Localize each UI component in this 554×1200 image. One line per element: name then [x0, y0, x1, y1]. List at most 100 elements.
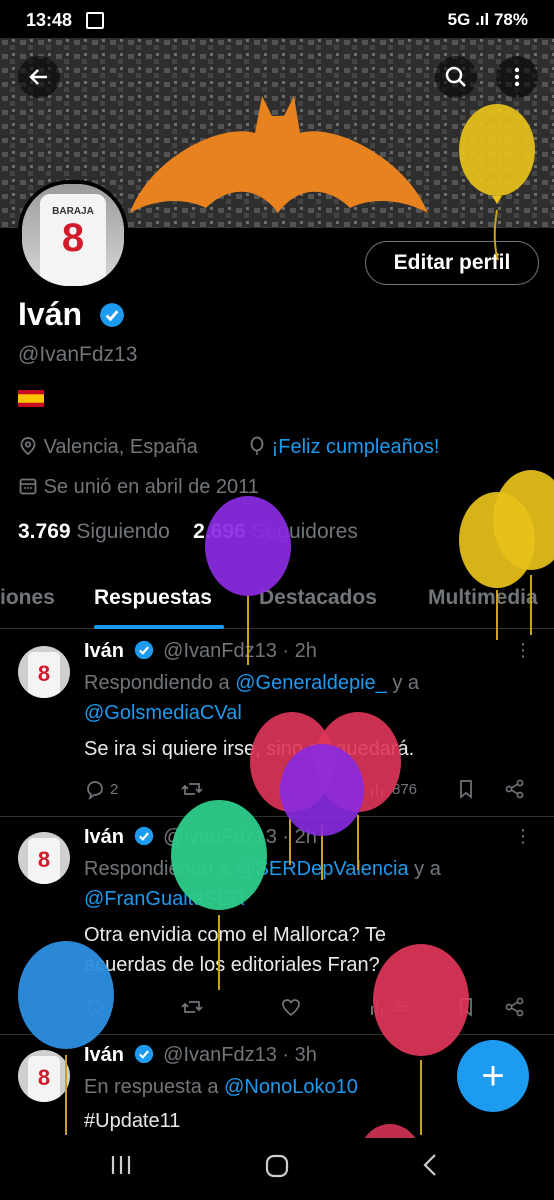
views-count: 876 [392, 780, 418, 798]
heart-icon [282, 781, 300, 799]
tweet-avatar-number: 8 [37, 661, 51, 686]
verified-badge-icon [134, 640, 153, 660]
joined-text: Se unió en abril de 2011 [43, 476, 259, 498]
status-time: 13:48 [26, 10, 73, 30]
home-icon[interactable] [263, 1152, 291, 1187]
calendar-icon [19, 478, 37, 495]
like-button[interactable] [280, 778, 302, 800]
reply-count: 2 [110, 780, 119, 798]
following-count: 3.769 [18, 520, 71, 543]
follow-stats: 3.769 Siguiendo 2.696 Seguidores [18, 520, 358, 544]
tweet-reply-context: En respuesta a @NonoLoko10 [84, 1072, 358, 1102]
profile-name-text: Iván [18, 296, 83, 332]
profile-name: Iván [18, 296, 125, 333]
tweet-avatar[interactable]: 8 [18, 646, 70, 698]
spain-flag-icon [18, 390, 44, 407]
tweet-author-name[interactable]: Iván [84, 826, 124, 848]
tweet-avatar-number: 8 [37, 1065, 51, 1090]
reply-mention[interactable]: @NonoLoko10 [224, 1076, 358, 1098]
birthday-text[interactable]: ¡Feliz cumpleaños! [272, 436, 440, 458]
reply-mention[interactable]: @Generaldepie_ [235, 672, 387, 694]
bookmark-icon [460, 780, 472, 799]
views-button[interactable]: 35 [368, 996, 409, 1018]
profile-tabs: iones Respuestas Destacados Multimedia [0, 578, 554, 629]
search-button[interactable] [435, 56, 477, 98]
more-button[interactable] [496, 56, 538, 98]
tab-respuestas[interactable]: Respuestas [94, 586, 212, 610]
profile-avatar[interactable]: BARAJA 8 [18, 180, 128, 290]
tweet-avatar[interactable]: 8 [18, 1050, 70, 1102]
gallery-notification-icon [86, 12, 104, 29]
views-icon [371, 783, 383, 797]
tweet[interactable]: 8 Iván @IvanFdz13 · 2h ⋮ Respondiendo a … [0, 630, 554, 817]
share-icon [505, 997, 524, 1017]
share-button[interactable] [504, 778, 526, 800]
more-vertical-icon [514, 67, 520, 87]
verified-badge-icon [134, 1044, 153, 1064]
edit-profile-button[interactable]: Editar perfil [365, 241, 539, 285]
share-button[interactable] [504, 996, 526, 1018]
tweet-avatar-number: 8 [37, 847, 51, 872]
reply-mention[interactable]: @FranGuaitaSER [84, 888, 245, 910]
reply-mention[interactable]: @GolsmediaCVal [84, 702, 242, 724]
avatar-shirt-number: 8 [61, 216, 85, 260]
reply-icon [87, 781, 103, 800]
active-tab-indicator [94, 625, 224, 629]
search-icon [445, 66, 466, 87]
tweet-hashtag[interactable]: #Update11 [84, 1106, 180, 1136]
system-nav-bar [0, 1138, 554, 1200]
balloon-icon [250, 436, 264, 455]
verified-badge-icon [134, 826, 153, 846]
following-label: Siguiendo [76, 520, 170, 543]
tweet-text-line: acuerdas de los editoriales Fran? [84, 954, 380, 976]
recent-apps-icon[interactable] [108, 1152, 134, 1185]
tweet-author-name[interactable]: Iván [84, 640, 124, 662]
location-row: Valencia, España [18, 436, 198, 459]
views-icon [371, 1001, 383, 1015]
back-nav-icon[interactable] [418, 1152, 444, 1185]
views-button[interactable]: 876 [368, 778, 417, 800]
arrow-left-icon [29, 69, 47, 85]
tweet-actions: 2 876 [84, 778, 534, 802]
bookmark-button[interactable] [456, 778, 476, 800]
reply-and: y a [414, 858, 441, 880]
tweet-handle-time: @IvanFdz13 · 3h [163, 1044, 317, 1066]
reply-button[interactable] [84, 996, 106, 1018]
tweet-header: Iván @IvanFdz13 · 2h [84, 640, 317, 663]
reply-prefix: Respondiendo a [84, 858, 230, 880]
tweet[interactable]: 8 Iván @IvanFdz13 · 2h ⋮ Respondiendo a … [0, 816, 554, 1035]
tab-multimedia[interactable]: Multimedia [428, 586, 538, 610]
views-count: 35 [392, 998, 409, 1016]
tab-menciones[interactable]: iones [0, 586, 55, 610]
like-button[interactable] [280, 996, 302, 1018]
tweet-avatar[interactable]: 8 [18, 832, 70, 884]
reply-prefix: Respondiendo a [84, 672, 230, 694]
bookmark-button[interactable] [456, 996, 476, 1018]
compose-button[interactable]: + [457, 1040, 529, 1112]
tweet-text: Otra envidia como el Mallorca? Te acuerd… [84, 920, 386, 980]
tweet-text: Se ira si quiere irse, sino se quedará. [84, 738, 415, 760]
following-link[interactable]: 3.769 Siguiendo [18, 520, 170, 543]
tweet-more-icon[interactable]: ⋮ [514, 826, 532, 847]
followers-link[interactable]: 2.696 Seguidores [193, 520, 358, 543]
tweet-header: Iván @IvanFdz13 · 3h [84, 1044, 317, 1067]
retweet-button[interactable] [180, 996, 204, 1018]
verified-badge-icon [100, 303, 124, 327]
tweet-more-icon[interactable]: ⋮ [514, 640, 532, 661]
retweet-button[interactable] [180, 778, 204, 800]
reply-prefix: En respuesta a [84, 1076, 219, 1098]
followers-count: 2.696 [193, 520, 246, 543]
birthday-row[interactable]: ¡Feliz cumpleaños! [248, 436, 439, 459]
heart-icon [282, 999, 300, 1017]
tweet-author-name[interactable]: Iván [84, 1044, 124, 1066]
retweet-icon [181, 783, 203, 795]
reply-button[interactable]: 2 [84, 778, 118, 800]
avatar-image: BARAJA 8 [22, 184, 124, 286]
tab-destacados[interactable]: Destacados [259, 586, 377, 610]
status-bar: 13:48 5G .ıl 78% [0, 0, 554, 40]
location-pin-icon [20, 437, 36, 456]
reply-mention[interactable]: @SERDepValencia [235, 858, 408, 880]
reply-icon [87, 999, 103, 1018]
share-icon [505, 779, 524, 799]
back-button[interactable] [18, 56, 60, 98]
